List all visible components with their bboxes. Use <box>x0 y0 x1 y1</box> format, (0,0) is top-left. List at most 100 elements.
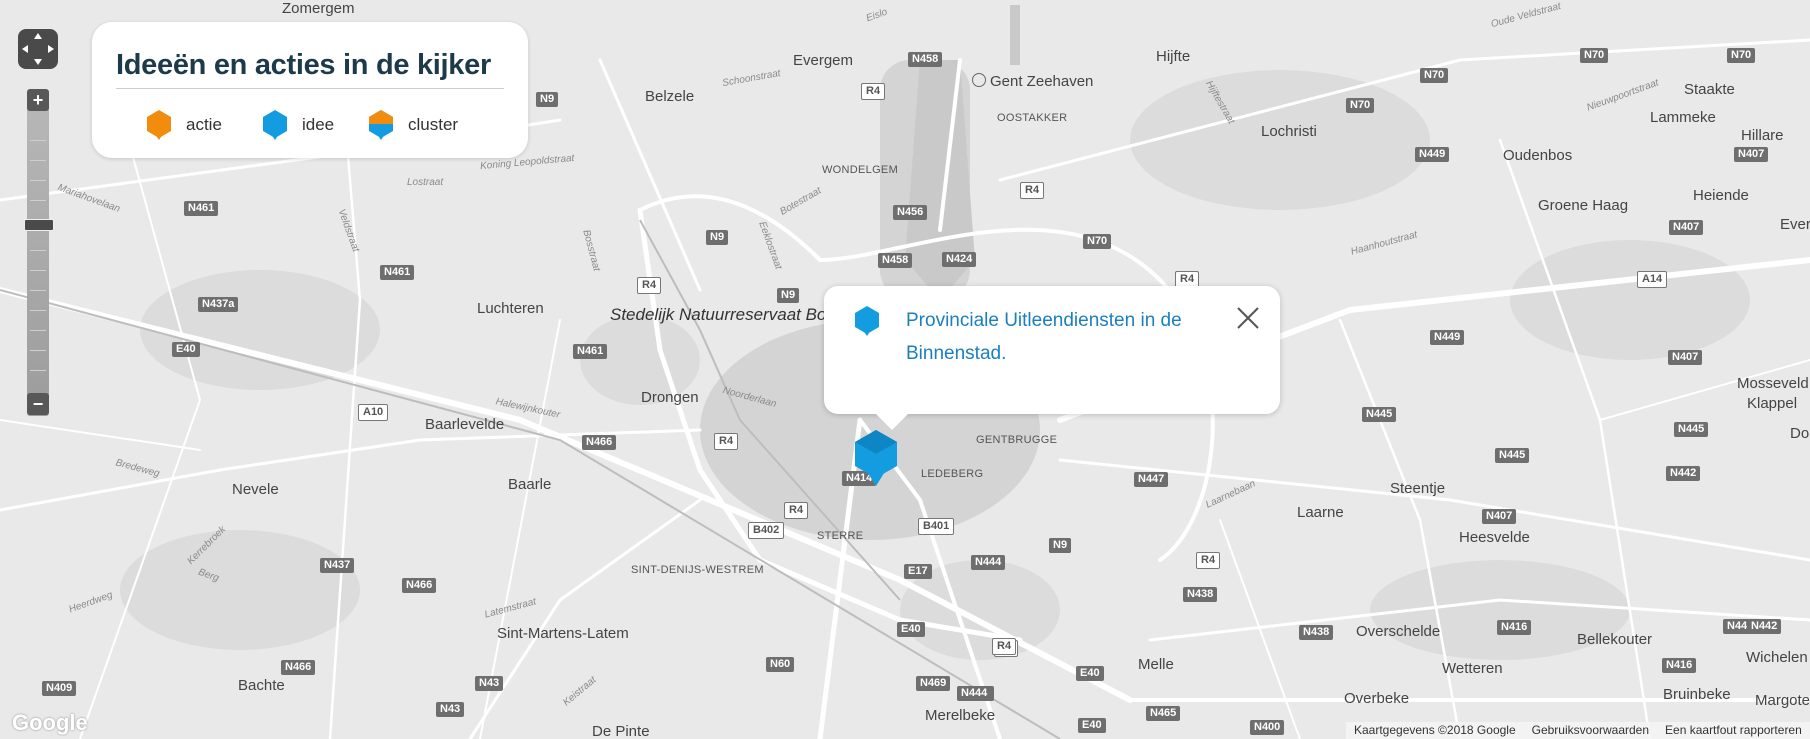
road-shield: N438 <box>1299 625 1334 640</box>
road-shield: N461 <box>573 344 608 359</box>
road-shield: N447 <box>1134 472 1169 487</box>
road-shield: B402 <box>748 522 785 539</box>
road-shield: N465 <box>1146 706 1181 721</box>
hexagon-blue-icon <box>263 110 287 140</box>
place-label: Drongen <box>641 389 699 406</box>
street-label: Lostraat <box>407 177 444 188</box>
zoom-tick <box>30 350 46 351</box>
place-label: De Pinte <box>592 723 650 739</box>
legend-divider <box>116 88 504 89</box>
road-shield: N466 <box>281 660 316 675</box>
place-label: Hijfte <box>1156 48 1191 65</box>
road-shield: N445 <box>1362 407 1397 422</box>
place-label: Oudenbos <box>1503 147 1573 164</box>
zoom-slider-handle[interactable] <box>24 219 54 231</box>
zoom-tick <box>30 310 46 311</box>
place-label: Nevele <box>232 481 279 498</box>
zoom-in-button[interactable]: + <box>27 89 49 111</box>
place-label: Klappel <box>1747 395 1798 412</box>
road-shield: N407 <box>1482 509 1517 524</box>
road-shield: E40 <box>897 622 925 637</box>
road-shield: N407 <box>1734 147 1769 162</box>
road-shield: N9 <box>1049 538 1072 553</box>
place-label: Bellekouter <box>1577 631 1653 648</box>
place-label: Overschelde <box>1356 623 1441 640</box>
road-shield: A14 <box>1637 271 1668 288</box>
road-shield: R4 <box>861 83 886 100</box>
road-shield: N43 <box>436 702 465 717</box>
road-shield: R4 <box>784 502 809 519</box>
place-label: Stedelijk Natuurreservaat Bourgoyen-Osse… <box>610 305 1000 324</box>
place-label: Merelbeke <box>925 707 996 724</box>
road-shield: N445 <box>1674 422 1709 437</box>
place-label: Belzele <box>645 88 695 105</box>
road-shield: E40 <box>1076 666 1104 681</box>
road-shield: N437a <box>198 297 239 312</box>
road-shield: N449 <box>1430 330 1465 345</box>
road-shield: N416 <box>1662 658 1697 673</box>
road-shield: R4 <box>637 277 662 294</box>
place-label: Sint-Martens-Latem <box>497 625 629 642</box>
road-shield: R4 <box>992 638 1017 655</box>
legend-item-idee: idee <box>262 110 334 140</box>
legend-item-label: idee <box>302 115 335 134</box>
zoom-tick <box>30 250 46 251</box>
road-shield: B401 <box>918 518 955 535</box>
road-shield: N445 <box>1495 448 1530 463</box>
place-label: Lammeke <box>1650 109 1716 126</box>
road-shield: N70 <box>1346 98 1375 113</box>
idee-marker-icon[interactable] <box>852 430 900 486</box>
hexagon-split-icon <box>369 110 393 140</box>
road-shield: N466 <box>402 578 437 593</box>
place-label: Mosseveld <box>1737 375 1809 392</box>
map-data-credit: Kaartgegevens ©2018 Google <box>1354 723 1516 737</box>
map-canvas[interactable]: Zomergem Evergem Belzele Gent Zeehaven H… <box>0 0 1810 739</box>
road-shield: N458 <box>908 52 943 67</box>
zoom-tick <box>30 160 46 161</box>
place-label: Steentje <box>1390 480 1446 497</box>
report-error-link[interactable]: Een kaartfout rapporteren <box>1657 722 1810 739</box>
road-shield: A10 <box>358 404 389 421</box>
road-shield: N466 <box>582 435 617 450</box>
zoom-tick <box>30 330 46 331</box>
road-shield: R4 <box>1196 552 1221 569</box>
place-label: Hillare <box>1741 127 1784 144</box>
road-shield: N416 <box>1497 620 1532 635</box>
road-shield: N437 <box>320 558 355 573</box>
road-shield: N442 <box>1747 619 1782 634</box>
road-shield: E40 <box>1078 718 1106 733</box>
place-label: STERRE <box>817 530 864 542</box>
legend-item-cluster: cluster <box>368 110 458 140</box>
road-shield: N442 <box>1666 466 1701 481</box>
place-label: Margote <box>1755 692 1810 709</box>
place-label: Evergem <box>793 52 854 69</box>
road-shield: N469 <box>916 676 951 691</box>
zoom-slider-track[interactable] <box>27 90 49 416</box>
google-logo: Google <box>12 710 88 735</box>
pan-control[interactable] <box>16 27 60 71</box>
place-label: Bruinbeke <box>1663 686 1731 703</box>
place-label: GENTBRUGGE <box>976 434 1058 446</box>
road-shield: R4 <box>1020 182 1045 199</box>
road-shield: N449 <box>1415 147 1450 162</box>
attribution-bar: Kaartgegevens ©2018 Google Gebruiksvoorw… <box>1346 722 1810 739</box>
road-shield: N70 <box>1420 68 1449 83</box>
info-popup: Provinciale Uitleendiensten in de Binnen… <box>824 286 1280 430</box>
zoom-out-button[interactable]: − <box>27 393 49 415</box>
place-label: Wichelen <box>1746 649 1808 666</box>
hexagon-orange-icon <box>147 110 171 140</box>
zoom-tick <box>30 290 46 291</box>
place-label: Heiende <box>1693 187 1749 204</box>
popup-title-link[interactable]: Provinciale Uitleendiensten in de Binnen… <box>906 304 1206 370</box>
road-shield: N60 <box>766 657 795 672</box>
terms-link[interactable]: Gebruiksvoorwaarden <box>1524 722 1657 739</box>
place-label: Luchteren <box>477 300 544 317</box>
close-icon[interactable] <box>1234 304 1262 332</box>
place-label: Heesvelde <box>1459 529 1530 546</box>
legend-panel: Ideeën en acties in de kijker actie idee… <box>92 22 528 158</box>
place-label: Wetteren <box>1442 660 1503 677</box>
place-label: LEDEBERG <box>921 468 984 480</box>
road-shield: N407 <box>1668 350 1703 365</box>
hexagon-blue-icon <box>855 306 879 336</box>
zoom-tick <box>30 180 46 181</box>
